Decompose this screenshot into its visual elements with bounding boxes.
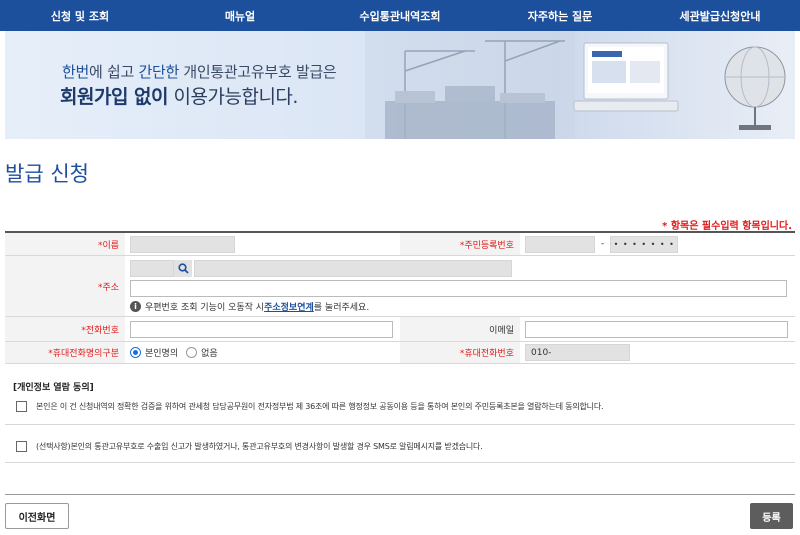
zipcode-field[interactable] [130,259,174,277]
banner-text-emph: 간단한 [138,63,179,81]
address-hint-text: 를 눌러주세요. [313,302,370,313]
consent-item-1: 본인은 이 건 신청내역의 정확한 검증을 위하여 관세청 담당공무원이 전자정… [5,401,795,412]
rrn-front-field[interactable] [525,235,595,253]
phone-label: *전화번호 [5,317,125,341]
address-hint: i 우편번호 조회 기능이 오동작 시 주소정보연계 를 눌러주세요. [130,300,369,313]
promo-banner: 한번에 쉽고 간단한 개인통관고유부호 발급은 회원가입 없이 이용가능합니다. [5,31,795,139]
rrn-back-field[interactable]: • • • • • • • [610,235,679,253]
address-link[interactable]: 주소정보연계 [264,300,314,313]
phone-cell [125,317,400,341]
radio-none-label: 없음 [201,349,218,359]
mobile-owner-cell: 본인명의 없음 [125,342,400,363]
port-crane-illustration [365,31,575,139]
form-row-mobile: *휴대전화명의구분 본인명의 없음 *휴대전화번호 010- [5,342,795,364]
consent-item-2: (선택사항)본인의 통관고유부호로 수출입 신고가 발생하였거나, 통관고유부호… [5,441,795,452]
consent-text-1: 본인은 이 건 신청내역의 정확한 검증을 위하여 관세청 담당공무원이 전자정… [36,402,604,411]
nav-customs-guide[interactable]: 세관발급신청안내 [640,0,800,31]
radio-self-label: 본인명의 [145,349,179,359]
banner-text: 개인통관고유부호 발급은 [178,63,337,81]
required-note: * 항목은 필수입력 항목입니다. [662,221,792,232]
radio-none[interactable] [186,347,198,358]
address-hint-text: 우편번호 조회 기능이 오동작 시 [145,302,265,313]
mobile-label-text: *휴대전화번호 [459,349,514,359]
address-main-field[interactable] [194,259,512,277]
address-detail-field[interactable] [130,279,787,297]
laptop-icon [573,42,679,112]
consent-divider [5,462,795,463]
address-label: *주소 [5,256,125,316]
application-form: *이름 *주민등록번호 - • • • • • • • *주소 i 우편번호 조… [5,231,795,364]
phone-label-text: *전화번호 [81,325,119,336]
rrn-label: *주민등록번호 [400,233,520,255]
consent-divider [5,424,795,425]
email-label: 이메일 [400,317,520,341]
bottom-divider [5,494,795,495]
name-cell [125,233,400,255]
rrn-label-text: *주민등록번호 [459,240,514,251]
banner-text-line2: 회원가입 없이 이용가능합니다. [60,82,298,109]
form-row-name: *이름 *주민등록번호 - • • • • • • • [5,233,795,256]
search-icon [177,262,189,274]
zipcode-search-button[interactable] [174,259,192,277]
top-navigation: 신청 및 조회 매뉴얼 수입통관내역조회 자주하는 질문 세관발급신청안내 [0,0,800,31]
rrn-cell: - • • • • • • • [520,233,795,255]
info-icon: i [130,300,141,312]
name-label: *이름 [5,233,125,255]
globe-icon [724,46,786,130]
name-label-text: *이름 [97,240,119,251]
address-label-text: *주소 [97,282,119,293]
address-cell: i 우편번호 조회 기능이 오동작 시 주소정보연계 를 눌러주세요. [125,256,795,316]
consent-text-2: (선택사항)본인의 통관고유부호로 수출입 신고가 발생하였거나, 통관고유부호… [36,442,483,451]
form-row-address: *주소 i 우편번호 조회 기능이 오동작 시 주소정보연계 를 눌러주세요. [5,256,795,317]
page-title: 발급 신청 [5,162,89,186]
mobile-cell: 010- [520,342,795,363]
nav-apply-inquiry[interactable]: 신청 및 조회 [0,0,160,31]
nav-import-history[interactable]: 수입통관내역조회 [320,0,480,31]
consent-checkbox-2[interactable] [16,441,27,452]
phone-field[interactable] [130,320,393,338]
banner-text-emph: 회원가입 없이 [60,86,169,108]
rrn-dash: - [601,239,605,249]
consent-checkbox-1[interactable] [16,401,27,412]
nav-faq[interactable]: 자주하는 질문 [480,0,640,31]
mobile-label: *휴대전화번호 [400,342,520,363]
email-label-text: 이메일 [489,325,514,336]
banner-text-emph: 한번 [62,63,90,81]
consent-title: [개인정보 열람 동의] [13,383,94,393]
name-field[interactable] [130,235,235,253]
nav-manual[interactable]: 매뉴얼 [160,0,320,31]
mobile-owner-label: *휴대전화명의구분 [5,342,125,363]
email-field[interactable] [525,320,788,338]
mobile-owner-label-text: *휴대전화명의구분 [48,349,119,359]
banner-text-line1: 한번에 쉽고 간단한 개인통관고유부호 발급은 [62,61,337,82]
mobile-field[interactable]: 010- [525,344,630,361]
submit-button[interactable]: 등록 [750,503,793,529]
email-cell [520,317,795,341]
banner-text: 이용가능합니다. [168,86,299,108]
form-row-contact: *전화번호 이메일 [5,317,795,342]
prev-button[interactable]: 이전화면 [5,503,69,529]
radio-self[interactable] [130,347,141,358]
banner-text: 에 쉽고 [89,63,139,81]
